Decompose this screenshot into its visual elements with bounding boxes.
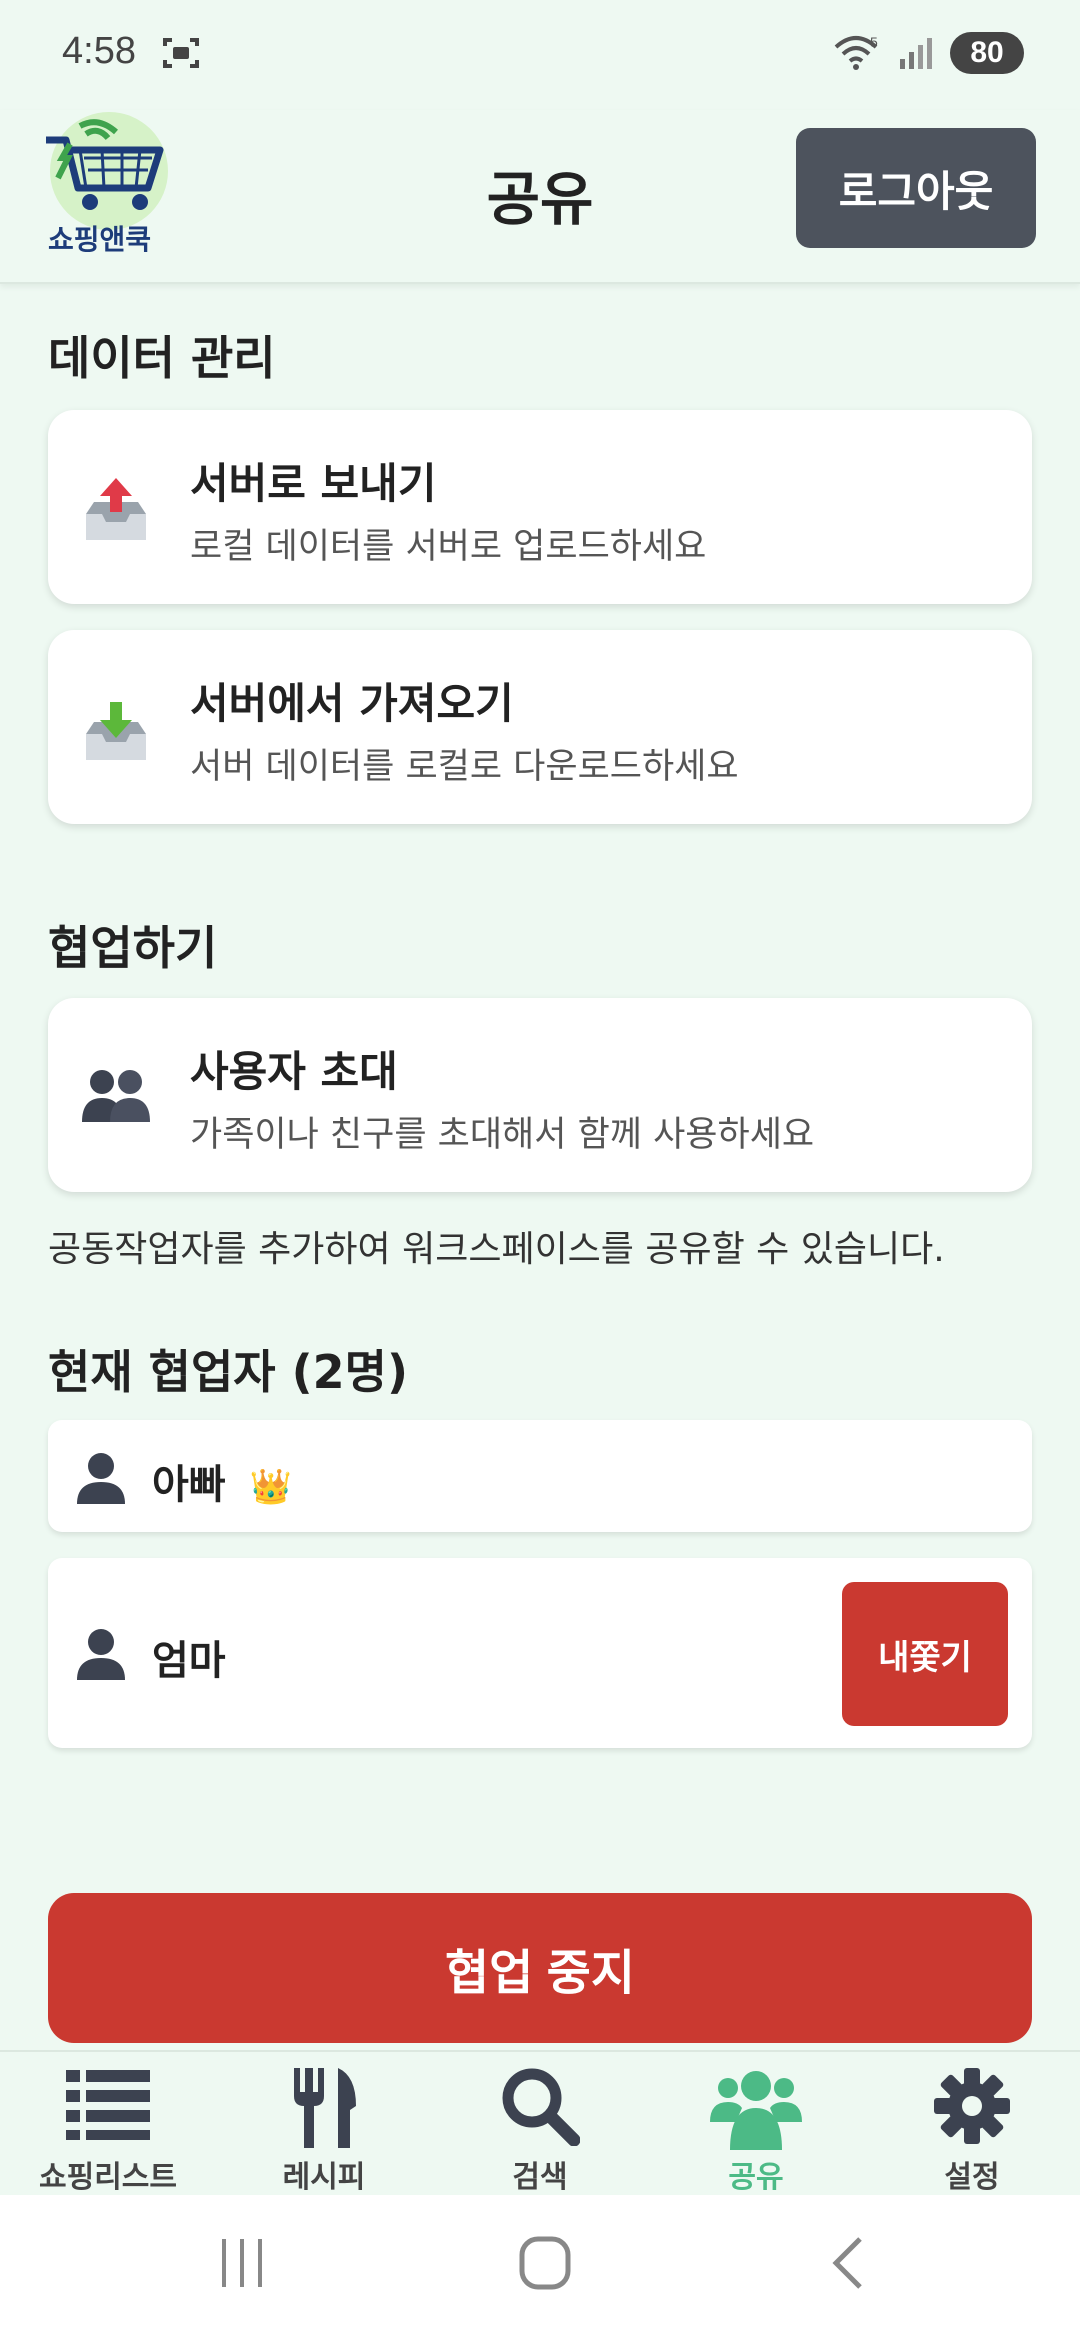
signal-icon	[900, 38, 932, 69]
upload-title: 서버로 보내기	[190, 459, 437, 508]
status-bar: 4:58 5 80	[0, 0, 1080, 110]
collaborator-row: 엄마 내쫓기	[48, 1558, 1032, 1748]
tab-settings[interactable]: 설정	[864, 2052, 1080, 2197]
tab-label: 레시피	[282, 2160, 366, 2195]
back-icon[interactable]	[828, 2235, 868, 2291]
svg-text:5: 5	[870, 34, 878, 50]
app-header: 쇼핑앤쿡 공유 로그아웃	[0, 110, 1080, 284]
upload-to-server-card[interactable]: 서버로 보내기 로컬 데이터를 서버로 업로드하세요	[48, 410, 1032, 604]
user-icon	[77, 1453, 125, 1504]
data-section-title: 데이터 관리	[48, 331, 276, 385]
users-icon	[710, 2071, 802, 2150]
upload-tray-icon	[86, 478, 146, 540]
user-icon	[77, 1629, 125, 1680]
collab-note: 공동작업자를 추가하여 워크스페이스를 공유할 수 있습니다.	[48, 1229, 945, 1270]
tab-search[interactable]: 검색	[432, 2052, 648, 2197]
invite-title: 사용자 초대	[190, 1047, 398, 1096]
stop-collaboration-button[interactable]: 협업 중지	[48, 1893, 1032, 2043]
status-time: 4:58	[62, 30, 136, 72]
download-from-server-card[interactable]: 서버에서 가져오기 서버 데이터를 로컬로 다운로드하세요	[48, 630, 1032, 824]
collaborator-name: 엄마	[152, 1638, 226, 1684]
search-icon	[502, 2068, 580, 2146]
tab-label: 설정	[944, 2160, 1000, 2195]
fork-knife-icon	[294, 2068, 356, 2148]
kick-collaborator-button[interactable]: 내쫓기	[842, 1582, 1008, 1726]
upload-subtitle: 로컬 데이터를 서버로 업로드하세요	[190, 527, 707, 567]
tab-share[interactable]: 공유	[648, 2052, 864, 2197]
status-icons: 5 80	[834, 32, 1024, 74]
collaborator-row: 아빠 👑	[48, 1420, 1032, 1532]
tab-shopping-list[interactable]: 쇼핑리스트	[0, 2052, 216, 2197]
invite-user-card[interactable]: 사용자 초대 가족이나 친구를 초대해서 함께 사용하세요	[48, 998, 1032, 1192]
bottom-tab-bar: 쇼핑리스트 레시피 검색 공유 설정	[0, 2050, 1080, 2197]
list-icon	[66, 2070, 150, 2140]
recent-apps-icon[interactable]	[218, 2235, 268, 2291]
download-title: 서버에서 가져오기	[190, 679, 514, 728]
collaborator-name: 아빠 👑	[152, 1462, 292, 1508]
owner-crown-badge: 👑	[249, 1467, 292, 1507]
screenshot-icon	[163, 38, 199, 68]
battery-indicator: 80	[950, 32, 1024, 74]
users-icon	[82, 1070, 150, 1122]
wifi-icon: 5	[834, 34, 878, 70]
download-subtitle: 서버 데이터를 로컬로 다운로드하세요	[190, 747, 739, 787]
home-icon[interactable]	[518, 2235, 572, 2291]
tab-label: 검색	[512, 2160, 568, 2195]
collaborators-title: 현재 협업자 (2명)	[48, 1345, 409, 1399]
collab-section-title: 협업하기	[48, 921, 218, 975]
system-nav-bar	[0, 2195, 1080, 2340]
download-tray-icon	[86, 702, 146, 760]
tab-label: 쇼핑리스트	[39, 2160, 177, 2195]
logout-button[interactable]: 로그아웃	[796, 128, 1036, 248]
tab-label: 공유	[728, 2160, 784, 2195]
invite-subtitle: 가족이나 친구를 초대해서 함께 사용하세요	[190, 1115, 815, 1155]
gear-icon	[934, 2068, 1010, 2144]
tab-recipe[interactable]: 레시피	[216, 2052, 432, 2197]
